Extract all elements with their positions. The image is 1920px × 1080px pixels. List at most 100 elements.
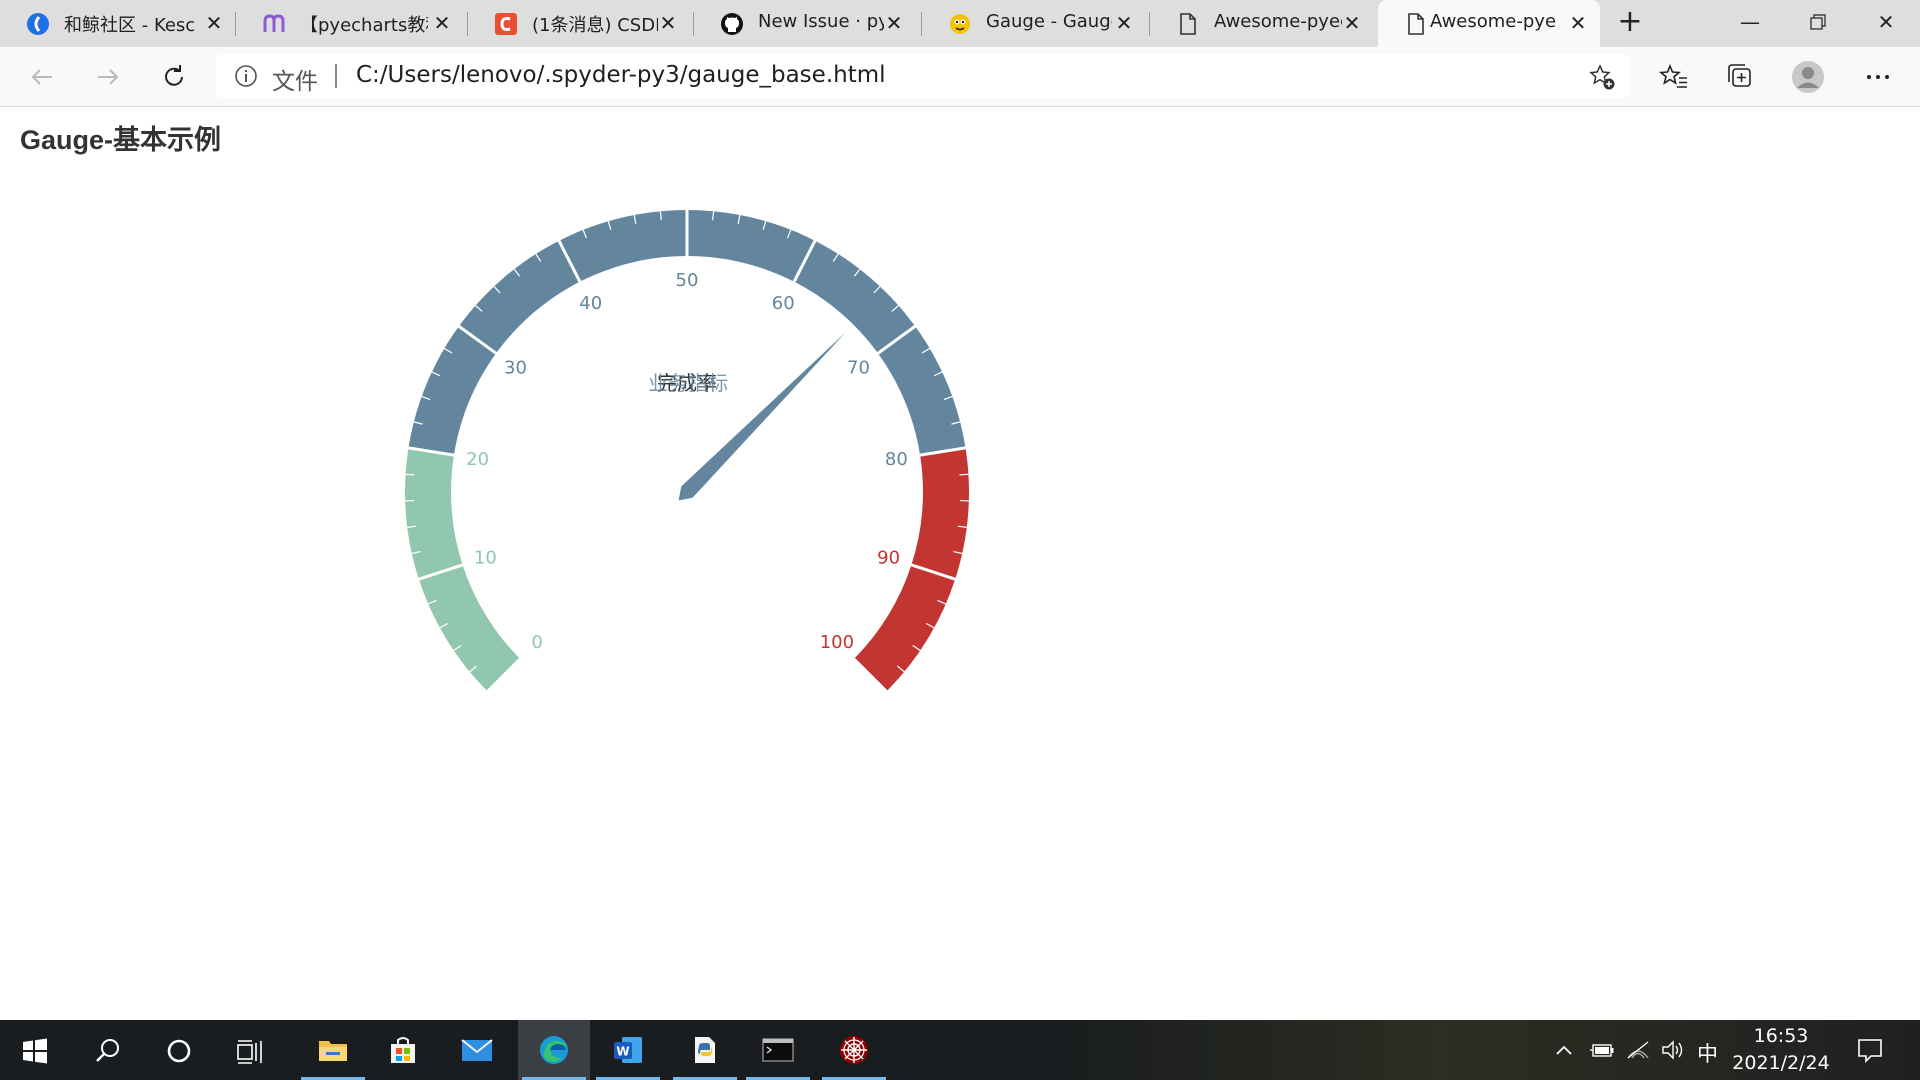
tab-github-new-issue[interactable]: New Issue · pyec ✕ xyxy=(694,0,922,47)
gauge-band-0 xyxy=(405,447,521,692)
tab-csdn[interactable]: (1条消息) CSDN ✕ xyxy=(468,0,694,47)
python-icon xyxy=(695,1037,715,1063)
gauge-tick-label: 0 xyxy=(531,632,542,653)
gauge-minor-tick xyxy=(405,473,415,476)
taskbar-mail[interactable] xyxy=(441,1020,513,1080)
tab-title: (1条消息) CSDN xyxy=(532,15,658,36)
input-method-indicator[interactable]: 中 xyxy=(1697,1038,1718,1066)
forward-icon[interactable] xyxy=(91,60,125,94)
wifi-icon[interactable] xyxy=(1625,1038,1651,1062)
gauge-series-name: 业务指标 xyxy=(648,371,728,395)
github-icon xyxy=(721,13,743,35)
gauge-minor-tick xyxy=(959,473,969,476)
search-icon[interactable] xyxy=(94,1037,122,1065)
gauge-tick-label: 70 xyxy=(847,357,870,378)
taskbar-python[interactable] xyxy=(669,1020,741,1080)
volume-icon[interactable] xyxy=(1660,1038,1686,1062)
file-icon xyxy=(1180,13,1196,35)
tab-strip: 和鲸社区 - Kesci ✕ 【pyecharts教程 ✕ (1条消息) CSD… xyxy=(0,0,1920,47)
taskbar-edge[interactable] xyxy=(518,1020,590,1080)
restore-button[interactable] xyxy=(1803,8,1833,36)
add-favorite-icon[interactable] xyxy=(1588,63,1616,91)
refresh-icon[interactable] xyxy=(157,60,191,94)
close-window-button[interactable]: ✕ xyxy=(1871,8,1901,36)
start-windows-icon[interactable] xyxy=(22,1038,48,1064)
taskbar-spyder[interactable] xyxy=(818,1020,890,1080)
address-divider xyxy=(335,64,337,88)
tab-title: Gauge - Gauge_ xyxy=(986,11,1112,32)
gauge-minor-tick xyxy=(659,211,662,221)
gauge-tick-label: 60 xyxy=(772,293,795,314)
back-icon[interactable] xyxy=(25,60,59,94)
close-tab-icon[interactable]: ✕ xyxy=(432,13,452,33)
svg-text:W: W xyxy=(616,1045,629,1059)
restore-icon xyxy=(1810,14,1826,30)
profile-avatar-icon[interactable] xyxy=(1791,60,1825,94)
new-tab-button[interactable]: + xyxy=(1615,7,1645,37)
gauge-tick-labels: 0 10 20 30 40 50 60 70 80 90 100 xyxy=(466,270,908,653)
tab-title: 【pyecharts教程 xyxy=(300,15,428,36)
pyecharts-gallery-icon xyxy=(950,14,970,34)
edge-icon xyxy=(540,1036,568,1064)
close-tab-icon[interactable]: ✕ xyxy=(1568,13,1588,33)
close-tab-icon[interactable]: ✕ xyxy=(1114,13,1134,33)
more-menu-icon[interactable] xyxy=(1861,60,1895,94)
browser-toolbar: 文件 C:/Users/lenovo/.spyder-py3/gauge_bas… xyxy=(0,47,1920,107)
notifications-icon[interactable] xyxy=(1857,1037,1883,1063)
terminal-icon xyxy=(762,1038,794,1062)
tab-title: Awesome-pyech xyxy=(1214,11,1342,32)
address-scheme-label: 文件 xyxy=(272,69,318,95)
tab-gauge-gallery[interactable]: Gauge - Gauge_ ✕ xyxy=(922,0,1150,47)
gauge-tick-label: 90 xyxy=(877,548,900,569)
close-tab-icon[interactable]: ✕ xyxy=(1342,13,1362,33)
clock-date[interactable]: 2021/2/24 xyxy=(1728,1052,1834,1074)
info-icon[interactable] xyxy=(234,64,258,88)
gauge-tick-label: 100 xyxy=(820,632,854,653)
tab-kesci[interactable]: 和鲸社区 - Kesci ✕ xyxy=(0,0,236,47)
tab-title: New Issue · pyec xyxy=(758,11,884,32)
address-bar[interactable]: 文件 C:/Users/lenovo/.spyder-py3/gauge_bas… xyxy=(216,54,1630,98)
gauge-minor-tick xyxy=(712,211,715,221)
page-title: Gauge-基本示例 xyxy=(20,125,222,155)
gauge-tick-label: 80 xyxy=(885,449,908,470)
gauge-tick-label: 30 xyxy=(504,357,527,378)
show-hidden-icons-chevron-icon[interactable] xyxy=(1554,1042,1574,1058)
gauge-band-2 xyxy=(853,447,970,692)
minimize-button[interactable]: — xyxy=(1735,8,1765,36)
csdn-icon xyxy=(495,13,517,35)
gauge-tick-label: 20 xyxy=(466,449,489,470)
tab-awesome-pyecharts-active[interactable]: Awesome-pyech ✕ xyxy=(1378,0,1600,47)
gauge-tick-label: 50 xyxy=(676,270,699,291)
file-icon xyxy=(1408,13,1424,35)
favorites-icon[interactable] xyxy=(1657,60,1691,94)
word-icon: W xyxy=(614,1037,642,1063)
taskbar-file-explorer[interactable] xyxy=(297,1020,369,1080)
mail-icon xyxy=(461,1039,493,1061)
file-explorer-icon xyxy=(319,1041,347,1061)
gauge-tick-label: 40 xyxy=(579,293,602,314)
taskbar: W 中 xyxy=(0,1020,1920,1080)
pyecharts-icon xyxy=(263,14,285,32)
gauge-pointer xyxy=(678,331,847,501)
close-tab-icon[interactable]: ✕ xyxy=(658,13,678,33)
close-tab-icon[interactable]: ✕ xyxy=(204,13,224,33)
tab-pyecharts-tutorial[interactable]: 【pyecharts教程 ✕ xyxy=(236,0,468,47)
collections-icon[interactable] xyxy=(1723,60,1757,94)
tab-title: 和鲸社区 - Kesci xyxy=(64,15,194,36)
spyder-icon xyxy=(840,1036,868,1064)
tab-awesome-pyecharts[interactable]: Awesome-pyech ✕ xyxy=(1150,0,1376,47)
clock-time[interactable]: 16:53 xyxy=(1740,1025,1822,1047)
battery-icon[interactable] xyxy=(1589,1040,1615,1060)
gauge-tick-label: 10 xyxy=(474,548,497,569)
taskbar-terminal[interactable] xyxy=(742,1020,814,1080)
taskbar-word[interactable]: W xyxy=(592,1020,664,1080)
kesci-icon xyxy=(27,13,49,35)
taskbar-microsoft-store[interactable] xyxy=(367,1020,439,1080)
microsoft-store-icon xyxy=(391,1037,415,1063)
tab-title: Awesome-pyech xyxy=(1430,11,1556,32)
close-tab-icon[interactable]: ✕ xyxy=(884,13,904,33)
cortana-icon[interactable] xyxy=(165,1037,193,1065)
gauge-chart: 0102030405060708090100 完成率 业务指标 xyxy=(405,209,970,693)
address-url[interactable]: C:/Users/lenovo/.spyder-py3/gauge_base.h… xyxy=(356,62,886,88)
task-view-icon[interactable] xyxy=(236,1037,266,1065)
